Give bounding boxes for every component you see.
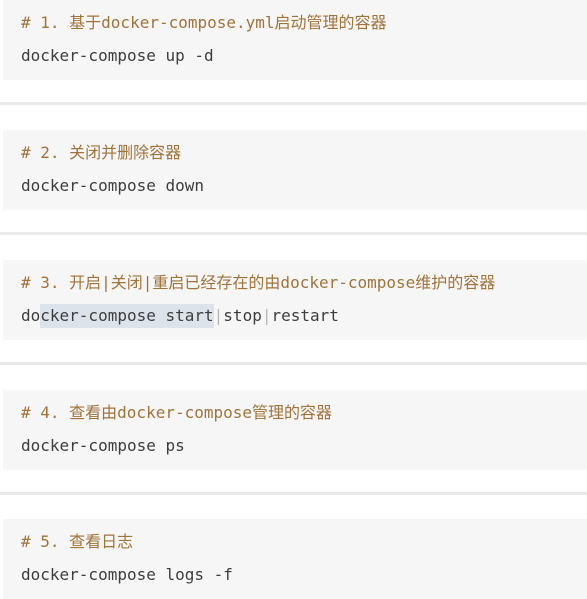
code-block-4: # 4. 查看由docker-compose管理的容器 docker-compo…: [3, 390, 587, 470]
code-comment: # 1. 基于docker-compose.yml启动管理的容器: [21, 13, 387, 32]
text-selection[interactable]: cker-compose start: [40, 304, 214, 328]
code-command[interactable]: docker-compose start|stop|restart: [21, 303, 339, 329]
code-command[interactable]: docker-compose up -d: [21, 43, 214, 69]
block-divider: [0, 362, 587, 365]
block-divider: [0, 232, 587, 235]
code-comment: # 5. 查看日志: [21, 532, 134, 551]
code-command[interactable]: docker-compose ps: [21, 433, 185, 459]
code-block-3: # 3. 开启|关闭|重启已经存在的由docker-compose维护的容器 d…: [3, 260, 587, 340]
code-comment: # 3. 开启|关闭|重启已经存在的由docker-compose维护的容器: [21, 273, 496, 292]
code-comment: # 2. 关闭并删除容器: [21, 143, 182, 162]
code-command[interactable]: docker-compose logs -f: [21, 562, 233, 588]
command-text: stop: [223, 306, 262, 325]
command-text: restart: [271, 306, 339, 325]
code-block-5: # 5. 查看日志 docker-compose logs -f: [3, 519, 587, 599]
command-text: do: [21, 306, 41, 325]
code-command[interactable]: docker-compose down: [21, 173, 204, 199]
separator: |: [213, 306, 224, 325]
code-comment: # 4. 查看由docker-compose管理的容器: [21, 403, 333, 422]
code-block-2: # 2. 关闭并删除容器 docker-compose down: [3, 130, 587, 210]
code-block-1: # 1. 基于docker-compose.yml启动管理的容器 docker-…: [3, 0, 587, 80]
block-divider: [0, 492, 587, 495]
block-divider: [0, 102, 587, 105]
